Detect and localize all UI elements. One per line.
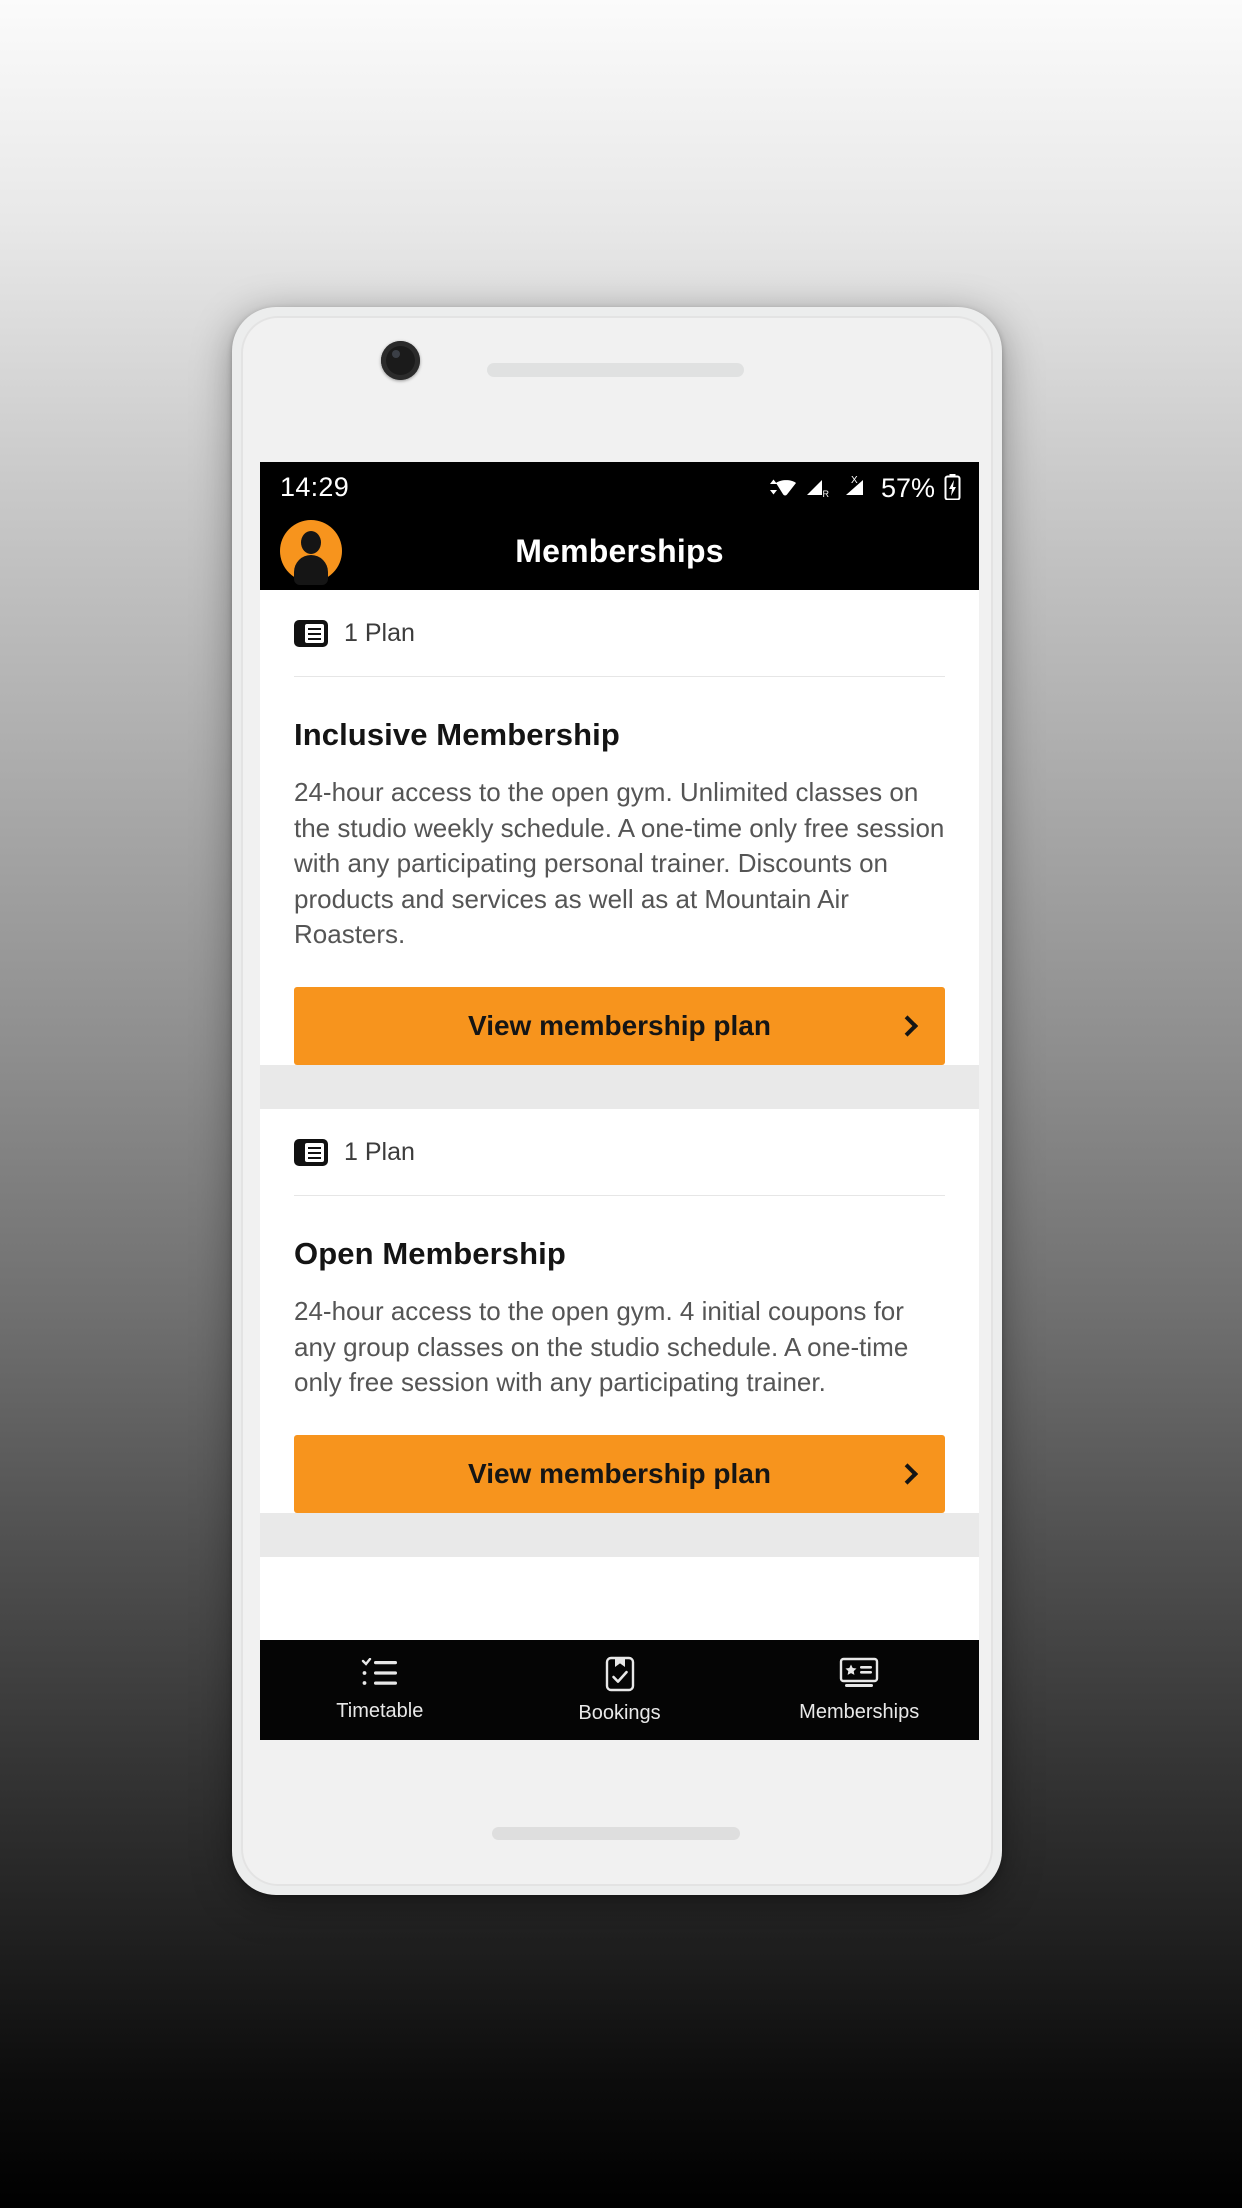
membership-star-icon <box>839 1657 879 1687</box>
plan-count-row: 1 Plan <box>294 590 945 676</box>
page-title: Memberships <box>515 532 724 569</box>
view-membership-plan-label: View membership plan <box>468 1457 771 1489</box>
membership-card: 1 Plan Inclusive Membership 24-hour acce… <box>260 590 979 1066</box>
chevron-right-icon <box>896 1015 919 1037</box>
membership-title: Open Membership <box>294 1236 566 1272</box>
signal-roaming-icon: R <box>806 480 829 499</box>
card-divider <box>294 1195 945 1197</box>
svg-text:X: X <box>851 475 858 486</box>
membership-card-icon <box>294 1138 328 1166</box>
list-icon <box>361 1657 397 1685</box>
clipboard-check-icon <box>605 1656 634 1691</box>
wifi-icon <box>769 479 796 496</box>
nav-label-bookings: Bookings <box>578 1701 661 1724</box>
membership-description: 24-hour access to the open gym. 4 initia… <box>294 1296 909 1398</box>
membership-card-icon-lines <box>305 623 324 643</box>
membership-description: 24-hour access to the open gym. Unlimite… <box>294 777 945 950</box>
status-time: 14:29 <box>280 471 350 502</box>
nav-item-timetable[interactable]: Timetable <box>260 1657 500 1723</box>
avatar-body <box>294 555 328 585</box>
nav-label-memberships: Memberships <box>799 1700 920 1723</box>
view-membership-plan-button[interactable]: View membership plan <box>294 987 945 1066</box>
plan-count-label: 1 Plan <box>344 618 415 647</box>
avatar-head <box>301 531 321 554</box>
bottom-navigation-bar: Timetable Bookings Memberships <box>260 1640 979 1740</box>
view-membership-plan-button[interactable]: View membership plan <box>294 1434 945 1513</box>
membership-card-icon-lines <box>305 1142 324 1162</box>
membership-card-icon <box>294 619 328 647</box>
nav-item-memberships[interactable]: Memberships <box>739 1657 979 1724</box>
membership-title: Inclusive Membership <box>294 717 620 752</box>
front-camera-icon <box>381 341 420 380</box>
nav-item-bookings[interactable]: Bookings <box>500 1656 740 1725</box>
svg-text:R: R <box>822 489 829 499</box>
battery-percent-label: 57% <box>880 473 935 503</box>
nav-label-timetable: Timetable <box>336 1699 424 1722</box>
battery-charging-icon <box>944 474 961 500</box>
view-membership-plan-label: View membership plan <box>468 1010 771 1042</box>
plan-count-row: 1 Plan <box>294 1109 945 1195</box>
user-avatar-icon[interactable] <box>280 520 342 585</box>
app-bar: Memberships <box>260 512 979 590</box>
earpiece-speaker <box>487 363 744 377</box>
status-icons: R X 57% <box>766 473 961 503</box>
signal-no-sim-icon: X <box>845 475 863 495</box>
phone-screen: 14:29 R X 57% Memberships 1 Plan Inclusi… <box>260 462 979 1740</box>
status-bar: 14:29 R X 57% <box>260 462 979 512</box>
membership-card: 1 Plan Open Membership 24-hour access to… <box>260 1109 979 1513</box>
plan-count-label: 1 Plan <box>344 1137 415 1166</box>
card-divider <box>294 676 945 677</box>
scrollbar[interactable] <box>974 590 979 1740</box>
memberships-list: 1 Plan Inclusive Membership 24-hour acce… <box>260 590 979 1740</box>
home-indicator[interactable] <box>492 1827 740 1840</box>
chevron-right-icon <box>896 1463 919 1485</box>
